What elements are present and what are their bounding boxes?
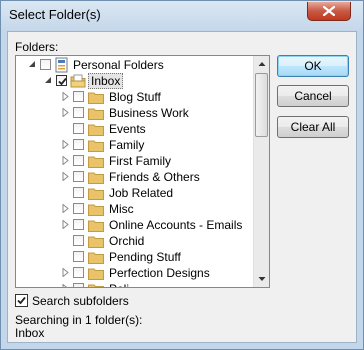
folder-icon (88, 140, 104, 152)
folder-icon (88, 188, 104, 200)
subfolder-label: Friends & Others (109, 170, 200, 184)
subfolder-checkbox[interactable] (73, 123, 84, 134)
subfolder-checkbox[interactable] (73, 267, 84, 278)
folder-icon (88, 236, 104, 248)
tree-row-subfolder[interactable]: Online Accounts - Emails (16, 217, 253, 233)
checkmark-icon (58, 77, 67, 86)
folder-tree-list[interactable]: Personal Folders Inbox Blog StuffBusine (16, 56, 253, 287)
folder-icon (88, 124, 104, 136)
data-file-icon (55, 57, 68, 73)
search-status-folder: Inbox (15, 326, 45, 340)
expand-arrow-icon[interactable] (61, 268, 70, 277)
tree-row-inbox[interactable]: Inbox (16, 73, 253, 89)
subfolder-label: Events (109, 122, 146, 136)
ok-button[interactable]: OK (277, 55, 349, 77)
dialog-body: Folders: Personal Folders Inbox Blog Stu… (7, 31, 357, 343)
subfolder-checkbox[interactable] (73, 171, 84, 182)
close-button[interactable] (307, 2, 351, 21)
close-icon (323, 6, 335, 16)
tree-row-subfolder[interactable]: First Family (16, 153, 253, 169)
clear-all-button[interactable]: Clear All (277, 116, 349, 138)
scroll-down-arrow-icon[interactable] (254, 271, 270, 287)
expand-arrow-icon[interactable] (61, 156, 70, 165)
expand-arrow-icon[interactable] (61, 108, 70, 117)
checkbox-personal-folders[interactable] (40, 59, 51, 70)
expand-arrow-icon[interactable] (61, 172, 70, 181)
search-subfolders-checkbox[interactable] (15, 294, 28, 307)
vertical-scrollbar[interactable] (253, 56, 270, 287)
collapse-arrow-icon[interactable] (28, 60, 37, 69)
subfolder-checkbox[interactable] (73, 251, 84, 262)
cancel-button[interactable]: Cancel (277, 85, 349, 107)
search-status-text: Searching in 1 folder(s): (15, 313, 143, 327)
expand-arrow-icon[interactable] (61, 204, 70, 213)
subfolder-checkbox[interactable] (73, 219, 84, 230)
subfolder-label: Perfection Designs (109, 266, 210, 280)
tree-row-subfolder[interactable]: Friends & Others (16, 169, 253, 185)
folder-icon (88, 252, 104, 264)
expand-arrow-icon[interactable] (61, 92, 70, 101)
tree-row-subfolder[interactable]: Business Work (16, 105, 253, 121)
subfolder-label: Family (109, 138, 145, 152)
folder-icon (88, 92, 104, 104)
folder-icon (88, 284, 104, 287)
subfolder-label: Poli... (109, 282, 139, 287)
scroll-up-arrow-icon[interactable] (254, 56, 270, 72)
tree-row-subfolder[interactable]: Poli... (16, 281, 253, 287)
search-subfolders-label: Search subfolders (32, 294, 129, 308)
subfolder-label: Pending Stuff (109, 250, 181, 264)
subfolder-label: First Family (109, 154, 171, 168)
expand-arrow-icon[interactable] (61, 140, 70, 149)
tree-row-personal-folders[interactable]: Personal Folders (16, 57, 253, 73)
subfolder-label: Misc (109, 202, 134, 216)
subfolder-checkbox[interactable] (73, 155, 84, 166)
subfolder-label: Blog Stuff (109, 90, 161, 104)
subfolder-checkbox[interactable] (73, 107, 84, 118)
tree-row-subfolder[interactable]: Family (16, 137, 253, 153)
folder-icon (88, 172, 104, 184)
folder-icon (88, 108, 104, 120)
subfolder-checkbox[interactable] (73, 139, 84, 150)
folder-icon (88, 156, 104, 168)
subfolder-checkbox[interactable] (73, 187, 84, 198)
folder-icon (88, 220, 104, 232)
tree-label-personal-folders: Personal Folders (73, 58, 164, 72)
folder-icon (88, 204, 104, 216)
subfolder-label: Job Related (109, 186, 174, 200)
tree-row-subfolder[interactable]: Job Related (16, 185, 253, 201)
subfolder-checkbox[interactable] (73, 283, 84, 287)
tree-row-subfolder[interactable]: Misc (16, 201, 253, 217)
expand-arrow-icon[interactable] (61, 220, 70, 229)
tree-row-subfolder[interactable]: Blog Stuff (16, 89, 253, 105)
subfolder-label: Business Work (109, 106, 189, 120)
tree-row-subfolder[interactable]: Perfection Designs (16, 265, 253, 281)
checkbox-inbox[interactable] (56, 75, 67, 86)
checkmark-icon (17, 296, 26, 305)
title-bar[interactable]: Select Folder(s) (1, 1, 363, 31)
subfolder-label: Orchid (109, 234, 145, 248)
collapse-arrow-icon[interactable] (44, 76, 53, 85)
tree-row-subfolder[interactable]: Pending Stuff (16, 249, 253, 265)
subfolder-label: Online Accounts - Emails (109, 218, 243, 232)
scrollbar-thumb[interactable] (255, 73, 268, 137)
window-title: Select Folder(s) (9, 7, 101, 22)
expand-arrow-icon[interactable] (61, 284, 70, 287)
folder-icon (88, 268, 104, 280)
tree-label-inbox: Inbox (88, 73, 124, 89)
select-folders-dialog: Select Folder(s) Folders: Personal Folde… (0, 0, 364, 350)
inbox-folder-icon (70, 74, 86, 88)
subfolder-checkbox[interactable] (73, 203, 84, 214)
tree-row-subfolder[interactable]: Orchid (16, 233, 253, 249)
subfolder-checkbox[interactable] (73, 91, 84, 102)
folder-tree[interactable]: Personal Folders Inbox Blog StuffBusine (15, 55, 270, 288)
folders-label: Folders: (15, 40, 59, 54)
tree-row-subfolder[interactable]: Events (16, 121, 253, 137)
subfolder-checkbox[interactable] (73, 235, 84, 246)
